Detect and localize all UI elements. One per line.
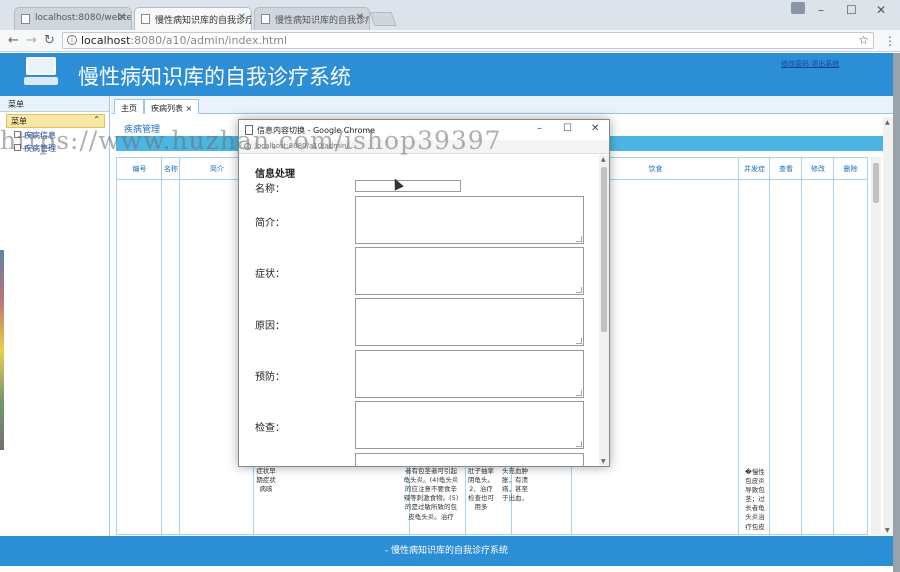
sidebar-group-label: 菜单 [11, 117, 27, 126]
back-icon[interactable]: ← [8, 33, 19, 48]
url-input[interactable]: i localhost:8080/a10/admin/index.html ☆ [62, 32, 874, 49]
col-header-view[interactable]: 查看 [770, 158, 802, 180]
maximize-button[interactable]: ☐ [563, 123, 572, 134]
chevron-up-icon[interactable]: ⌃ [93, 115, 100, 124]
intro-label: 简介： [255, 218, 285, 229]
col-header-edit[interactable]: 修改 [802, 158, 834, 180]
intro-textarea[interactable] [355, 196, 584, 244]
col-header-id[interactable]: 编号 [117, 158, 162, 180]
sidebar: 菜单 菜单 ⌃ 疾病信息 疾病管理 [0, 96, 110, 536]
col-header-name[interactable]: 名称 [164, 158, 178, 180]
edit-dialog-window: 信息内容切换 - Google Chrome – ☐ ✕ localhost:8… [238, 119, 610, 467]
sidebar-header: 菜单 [0, 96, 109, 112]
tab-disease-list[interactable]: 疾病列表 × [144, 99, 200, 114]
scroll-up-icon[interactable]: ▲ [885, 119, 890, 126]
cell-cause: 包皮或者包皮过长者有包茎者可引起龟头炎。(4)龟头炎的应注意不要食辛辣等刺激食物… [403, 458, 459, 521]
forward-icon[interactable]: → [26, 33, 37, 48]
address-bar-row: ← → ↻ i localhost:8080/a10/admin/index.h… [0, 30, 900, 52]
header-links[interactable]: 修改密码 退出系统 [781, 59, 839, 69]
close-window-button[interactable]: ✕ [591, 123, 599, 134]
url-host: localhost [81, 34, 131, 47]
app-title: 慢性病知识库的自我诊疗系统 [78, 65, 351, 89]
symptom-label: 症状： [255, 269, 285, 280]
app-footer: - 慢性病知识库的自我诊疗系统 [0, 536, 893, 566]
app-header: 慢性病知识库的自我诊疗系统 修改密码 退出系统 [0, 53, 893, 96]
reload-icon[interactable]: ↻ [44, 33, 55, 48]
close-icon[interactable]: ✕ [118, 12, 126, 23]
desktop-edge [0, 250, 4, 450]
minimize-button[interactable]: – [537, 123, 542, 134]
dialog-scrollbar[interactable]: ▲ ▼ [599, 155, 609, 466]
menu-dots-icon[interactable]: ⋮ [884, 34, 896, 48]
exam-textarea[interactable] [355, 401, 584, 449]
computer-logo-icon [24, 57, 58, 85]
scroll-thumb[interactable] [873, 163, 879, 203]
scroll-down-icon[interactable]: ▼ [885, 527, 890, 534]
cause-textarea[interactable] [355, 298, 584, 346]
maximize-button[interactable]: ☐ [846, 3, 857, 17]
scroll-down-icon[interactable]: ▼ [601, 458, 606, 465]
content-tabs: 主页 疾病列表 × [111, 96, 893, 114]
window-edge [893, 53, 900, 572]
name-input[interactable] [355, 180, 461, 192]
page-scrollbar[interactable]: ▲ ▼ [883, 117, 893, 536]
col-header-delete[interactable]: 删除 [834, 158, 867, 180]
tab-home[interactable]: 主页 [114, 99, 144, 114]
minimize-button[interactable]: – [818, 3, 824, 17]
close-icon[interactable]: ✕ [356, 12, 364, 23]
name-label: 名称： [255, 184, 285, 195]
exam-label: 检查： [255, 423, 285, 434]
scroll-thumb[interactable] [601, 167, 607, 332]
close-icon[interactable]: ✕ [238, 12, 246, 23]
url-path: :8080/a10/admin/index.html [130, 34, 288, 47]
prevent-label: 预防： [255, 372, 285, 383]
cause-label: 原因： [255, 321, 285, 332]
scroll-up-icon[interactable]: ▲ [601, 156, 606, 163]
table-scrollbar[interactable] [871, 157, 881, 535]
browser-tab-active[interactable]: 慢性病知识库的自我诊疗 ✕ [134, 7, 252, 30]
page-icon [261, 14, 270, 24]
prevent-textarea[interactable] [355, 350, 584, 398]
form-title: 信息处理 [255, 169, 295, 180]
browser-tab[interactable]: localhost:8080/webte ✕ [14, 7, 132, 30]
page-icon [141, 14, 150, 24]
star-icon[interactable]: ☆ [858, 33, 869, 48]
col-header-complication[interactable]: 并发症 [741, 158, 768, 180]
symptom-textarea[interactable] [355, 247, 584, 295]
cell-complication: �慢性包皮炎导致包茎；过长者龟头炎治疗包皮 [745, 468, 765, 531]
browser-tab-strip: localhost:8080/webte ✕ 慢性病知识库的自我诊疗 ✕ 慢性病… [0, 0, 900, 30]
next-textarea[interactable] [355, 453, 584, 466]
info-icon[interactable]: i [67, 35, 77, 45]
page-icon [21, 14, 30, 24]
close-window-button[interactable]: ✕ [876, 3, 886, 17]
browser-tab[interactable]: 慢性病知识库的自我诊疗 ✕ [254, 7, 370, 30]
dialog-form: 信息处理 名称： 简介： 症状： 原因： 预防： 检查： [239, 155, 599, 466]
watermark: https://www.huzhan.com/ishop39397 [0, 126, 502, 155]
profile-icon[interactable] [791, 2, 805, 14]
new-tab-button[interactable] [369, 12, 397, 26]
